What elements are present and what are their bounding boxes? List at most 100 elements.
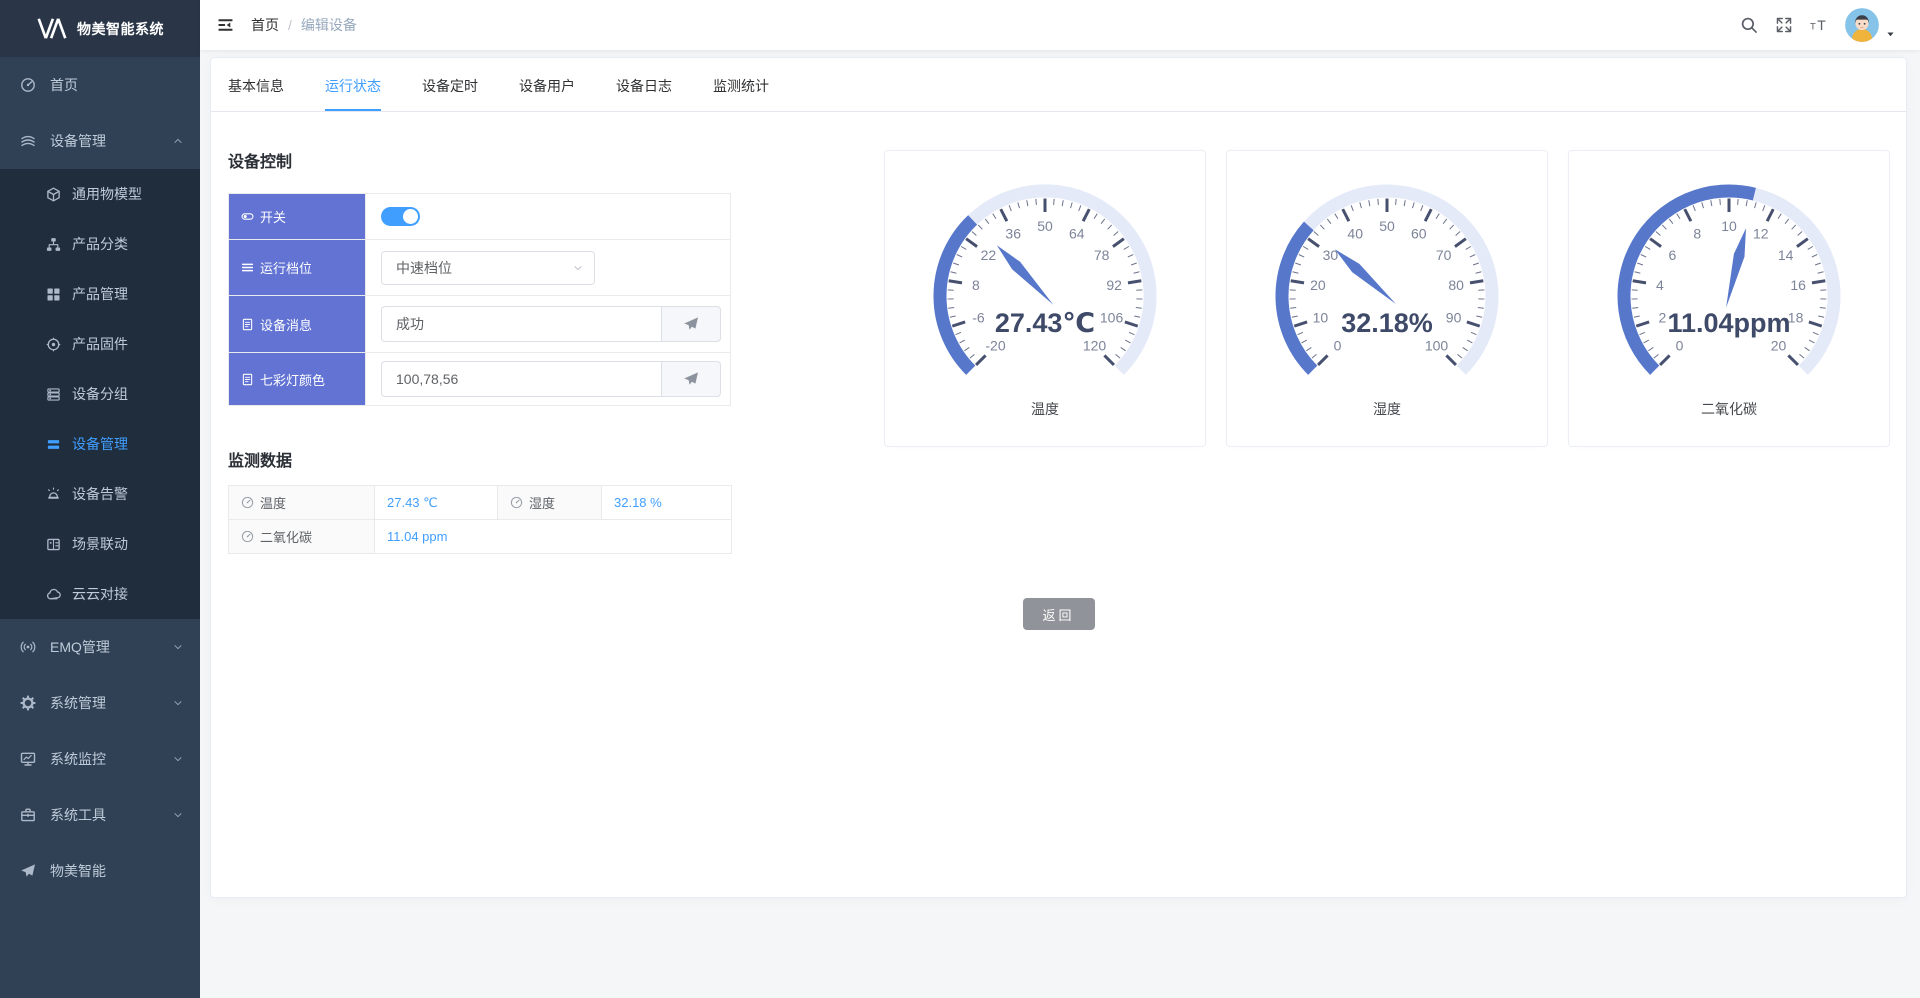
control-label: 开关 — [260, 207, 286, 226]
breadcrumb-home-link[interactable]: 首页 — [251, 15, 279, 35]
control-label-cell: 开关 — [229, 194, 366, 240]
sidebar-item-emq-management[interactable]: EMQ管理 — [0, 619, 200, 675]
avatar[interactable] — [1845, 8, 1879, 42]
tab-device-users[interactable]: 设备用户 — [519, 79, 575, 111]
svg-text:0: 0 — [1334, 337, 1342, 353]
svg-text:20: 20 — [1310, 277, 1326, 293]
sidebar-item-label: 系统监控 — [50, 749, 106, 769]
svg-text:14: 14 — [1778, 247, 1794, 263]
meter-icon — [241, 530, 254, 543]
svg-text:16: 16 — [1790, 277, 1806, 293]
svg-text:8: 8 — [972, 277, 980, 293]
font-size-icon[interactable]: TT — [1810, 16, 1828, 34]
section-title-device-control: 设备控制 — [228, 148, 731, 172]
sidebar-item-system-tools[interactable]: 系统工具 — [0, 787, 200, 843]
svg-text:-20: -20 — [985, 337, 1005, 353]
sidebar-item-product-category[interactable]: 产品分类 — [0, 219, 200, 269]
svg-text:12: 12 — [1753, 226, 1769, 242]
document-icon — [241, 318, 254, 331]
sidebar-fold-button[interactable] — [217, 17, 234, 33]
sidebar-item-label: 产品固件 — [72, 334, 128, 354]
sidebar-item-label: 设备管理 — [72, 434, 128, 454]
monitor-value-co2: 11.04 ppm — [375, 520, 732, 554]
grid-icon — [46, 287, 61, 302]
sidebar-item-system-management[interactable]: 系统管理 — [0, 675, 200, 731]
monitor-row: 二氧化碳 11.04 ppm — [229, 520, 732, 554]
tab-basic-info[interactable]: 基本信息 — [228, 79, 284, 111]
sidebar-item-device-management[interactable]: 设备管理 — [0, 419, 200, 469]
temperature-gauge: -20-6822365064789210612027.43℃ — [885, 158, 1205, 398]
tab-panel-running-status: 设备控制 开关 — [211, 112, 1906, 897]
caret-down-icon[interactable] — [1885, 29, 1896, 40]
send-message-button[interactable] — [661, 306, 721, 342]
sidebar-item-product-management[interactable]: 产品管理 — [0, 269, 200, 319]
sidebar-item-cloud-link[interactable]: 云云对接 — [0, 569, 200, 619]
back-button[interactable]: 返回 — [1022, 598, 1094, 630]
svg-text:6: 6 — [1668, 247, 1676, 263]
bars-icon — [241, 261, 254, 274]
sidebar-item-label: 系统工具 — [50, 805, 106, 825]
stack-icon — [46, 387, 61, 402]
sidebar-item-device-management-group[interactable]: 设备管理 — [0, 113, 200, 169]
top-navbar: 首页 / 编辑设备 TT — [200, 0, 1920, 50]
list-icon — [46, 437, 61, 452]
control-value-cell: 中速档位 — [366, 240, 731, 296]
control-row-light-color: 七彩灯颜色 — [229, 353, 731, 406]
monitor-row: 温度 27.43 ℃ 湿度 32.18 — [229, 486, 732, 520]
tab-device-logs[interactable]: 设备日志 — [616, 79, 672, 111]
light-color-input[interactable] — [381, 361, 661, 397]
fullscreen-icon[interactable] — [1775, 16, 1793, 34]
section-title-monitor-data: 监测数据 — [228, 447, 731, 471]
sidebar-item-label: 系统管理 — [50, 693, 106, 713]
gear-select[interactable]: 中速档位 — [381, 251, 595, 285]
control-row-switch: 开关 — [229, 194, 731, 240]
svg-text:90: 90 — [1446, 310, 1462, 326]
device-message-input[interactable] — [381, 306, 661, 342]
chevron-down-icon — [172, 697, 184, 709]
sidebar-item-home[interactable]: 首页 — [0, 57, 200, 113]
svg-text:36: 36 — [1005, 226, 1021, 242]
monitor-label-cell: 二氧化碳 — [229, 520, 375, 554]
app-root: 物美智能系统 首页 设备管理 通用物模型 产品分类 — [0, 0, 1920, 998]
chevron-down-icon — [172, 753, 184, 765]
sidebar-item-label: 设备告警 — [72, 484, 128, 504]
power-switch-toggle[interactable] — [381, 207, 420, 226]
gauge-title: 湿度 — [1227, 399, 1547, 419]
sidebar-item-device-alarm[interactable]: 设备告警 — [0, 469, 200, 519]
breadcrumb-current: 编辑设备 — [301, 15, 357, 35]
search-icon[interactable] — [1740, 16, 1758, 34]
tab-monitor-stats[interactable]: 监测统计 — [713, 79, 769, 111]
app-logo[interactable]: 物美智能系统 — [0, 0, 200, 57]
sidebar-item-thing-model[interactable]: 通用物模型 — [0, 169, 200, 219]
svg-text:8: 8 — [1693, 226, 1701, 242]
chevron-down-icon — [172, 641, 184, 653]
main-area: 首页 / 编辑设备 TT — [200, 0, 1920, 998]
svg-text:92: 92 — [1106, 277, 1122, 293]
sidebar-item-scene-linkage[interactable]: 场景联动 — [0, 519, 200, 569]
control-value-cell — [366, 296, 731, 353]
control-row-message: 设备消息 — [229, 296, 731, 353]
monitor-label-humidity: 湿度 — [529, 493, 555, 512]
co2-gauge: 0246810121416182011.04ppm — [1569, 158, 1889, 398]
svg-text:10: 10 — [1313, 310, 1329, 326]
tab-device-timer[interactable]: 设备定时 — [422, 79, 478, 111]
sidebar-item-wumei-smart[interactable]: 物美智能 — [0, 843, 200, 899]
control-label: 设备消息 — [260, 315, 312, 334]
svg-text:40: 40 — [1347, 226, 1363, 242]
sidebar-item-system-monitor[interactable]: 系统监控 — [0, 731, 200, 787]
sidebar-item-label: 设备管理 — [50, 131, 106, 151]
sidebar-item-label: 产品分类 — [72, 234, 128, 254]
app-logo-icon — [36, 17, 68, 40]
switch-knob — [403, 209, 418, 224]
breadcrumb: 首页 / 编辑设备 — [251, 15, 357, 35]
layers-icon — [20, 133, 36, 149]
sidebar-item-label: EMQ管理 — [50, 637, 110, 657]
send-color-button[interactable] — [661, 361, 721, 397]
sidebar-item-product-firmware[interactable]: 产品固件 — [0, 319, 200, 369]
svg-text:10: 10 — [1721, 218, 1737, 234]
gauge-title: 二氧化碳 — [1569, 399, 1889, 419]
tab-running-status[interactable]: 运行状态 — [325, 79, 381, 111]
sidebar-item-device-group[interactable]: 设备分组 — [0, 369, 200, 419]
sidebar-submenu-device: 通用物模型 产品分类 产品管理 产品固件 设备分组 — [0, 169, 200, 619]
sidebar-item-label: 首页 — [50, 75, 78, 95]
